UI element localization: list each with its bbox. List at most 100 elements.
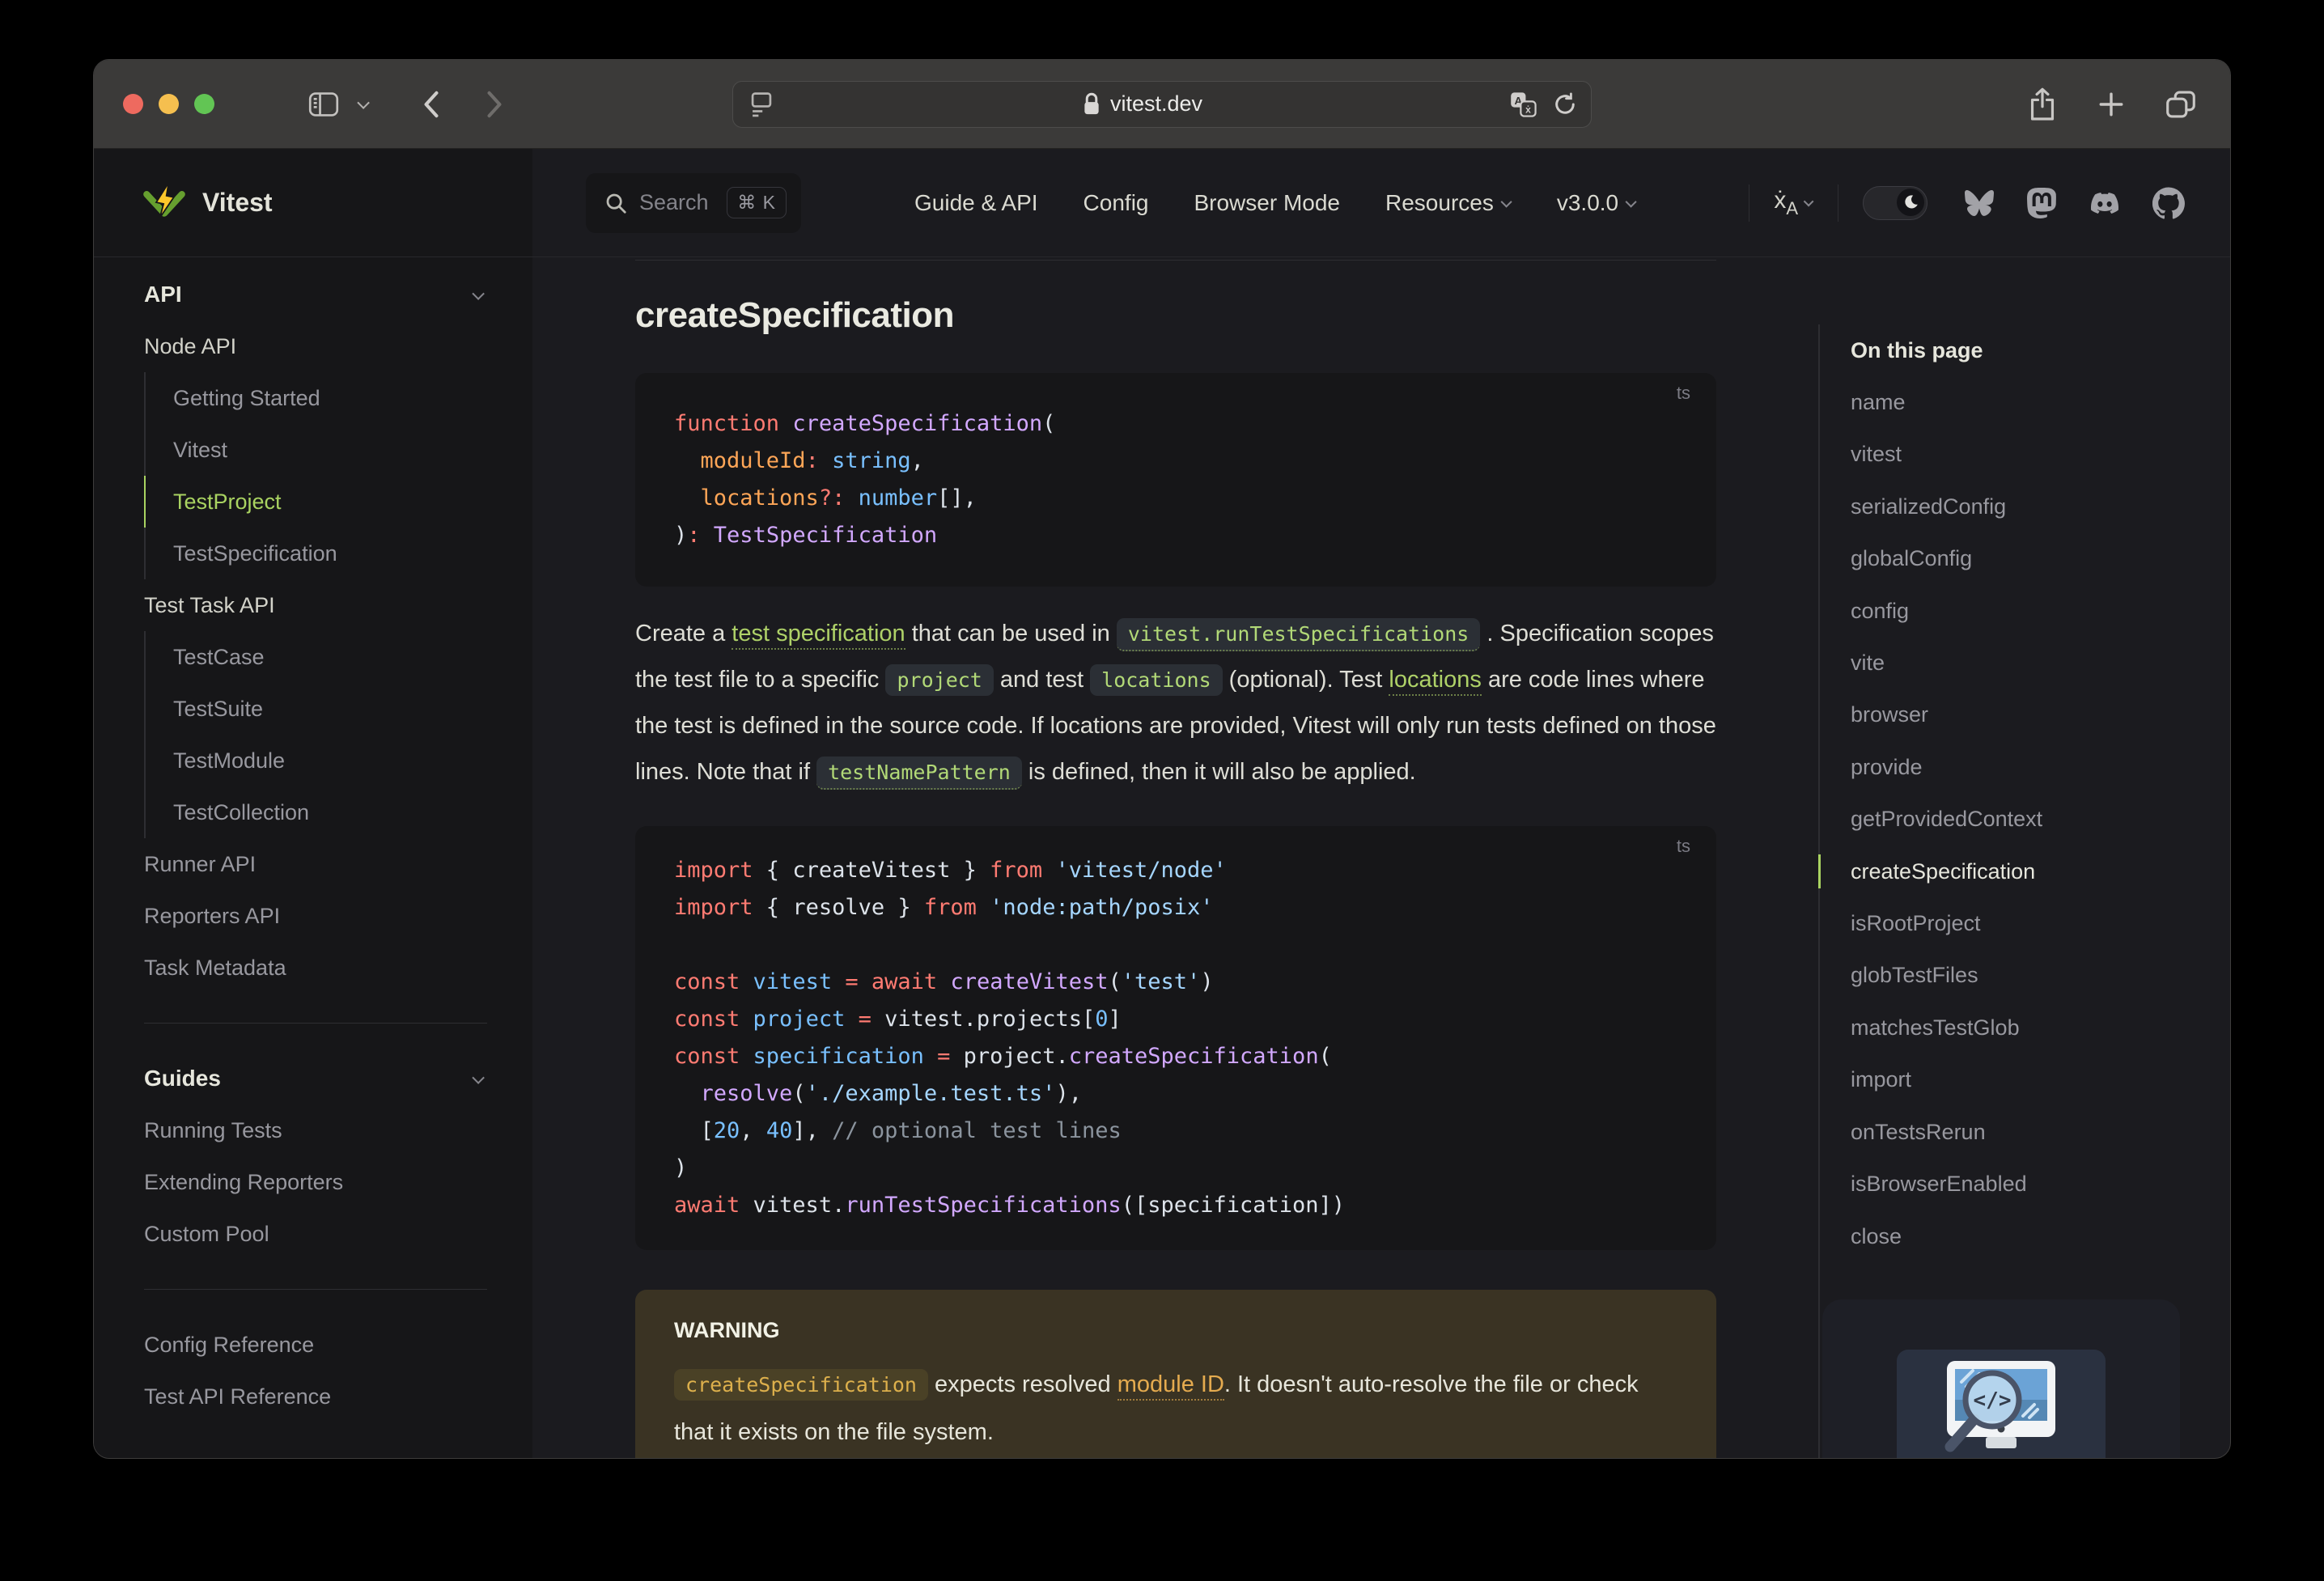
sidebar-item-testproject[interactable]: TestProject — [144, 476, 487, 528]
doc-content: createSpecification ts function createSp… — [532, 257, 1818, 1458]
text: (optional). Test — [1222, 667, 1389, 693]
sidebar-item-testspecification[interactable]: TestSpecification — [144, 528, 487, 579]
sidebar-section-api[interactable]: API — [144, 269, 487, 320]
sidebar: API Node API Getting Started Vitest TestProj… — [94, 257, 532, 1458]
outline-item-browser[interactable]: browser — [1851, 689, 2230, 740]
sidebar-item-testmodule[interactable]: TestModule — [144, 735, 487, 786]
sidebar-item-runner-api[interactable]: Runner API — [144, 838, 487, 890]
site-logo[interactable]: Vitest — [94, 149, 532, 256]
code-line: function createSpecification( — [674, 411, 1056, 436]
outline-item-getprovidedcontext[interactable]: getProvidedContext — [1851, 793, 2230, 845]
chevron-down-icon — [1500, 196, 1512, 208]
sidebar-item-vitest[interactable]: Vitest — [144, 424, 487, 476]
mastodon-icon[interactable] — [2026, 187, 2057, 219]
search-placeholder: Search — [639, 190, 709, 214]
outline-item-vite[interactable]: vite — [1851, 637, 2230, 689]
github-icon[interactable] — [2152, 186, 2185, 219]
code-line: const specification = project.createSpec… — [674, 1044, 1332, 1069]
ad-image: </> — [1897, 1349, 2106, 1458]
language-menu[interactable]: ẋA — [1774, 187, 1814, 219]
new-tab-icon[interactable] — [2097, 91, 2125, 118]
code-block-signature[interactable]: ts function createSpecification( moduleI… — [635, 373, 1716, 587]
sidebar-item-custom-pool[interactable]: Custom Pool — [144, 1208, 487, 1260]
browser-toolbar: vitest.dev A ẋ — [94, 60, 2230, 149]
url-text: vitest.dev — [1109, 91, 1203, 116]
reader-view-icon[interactable] — [748, 91, 775, 118]
warning-title: WARNING — [674, 1318, 780, 1342]
site-title: Vitest — [202, 188, 273, 217]
nav-link-label: v3.0.0 — [1556, 189, 1619, 215]
sidebar-toggle-icon[interactable] — [308, 91, 339, 117]
reload-icon[interactable] — [1552, 91, 1578, 117]
close-window-button[interactable] — [123, 94, 143, 114]
code-lang-label: ts — [1676, 836, 1690, 856]
outline-item-close[interactable]: close — [1851, 1210, 2230, 1262]
sidebar-section-label: Guides — [144, 1066, 221, 1091]
tab-overview-icon[interactable] — [2165, 90, 2196, 119]
outline-item-createspecification[interactable]: createSpecification — [1818, 846, 2230, 897]
nav-link-config[interactable]: Config — [1084, 190, 1149, 216]
outline-item-provide[interactable]: provide — [1851, 741, 2230, 793]
outline-item-globtestfiles[interactable]: globTestFiles — [1851, 949, 2230, 1001]
sidebar-item-node-api[interactable]: Node API — [144, 320, 487, 372]
sidebar-item-running-tests[interactable]: Running Tests — [144, 1104, 487, 1156]
outline-item-name[interactable]: name — [1851, 376, 2230, 428]
address-bar[interactable]: vitest.dev A ẋ — [732, 80, 1592, 128]
nav-link-browser-mode[interactable]: Browser Mode — [1194, 190, 1340, 216]
chevron-down-icon — [1625, 196, 1637, 208]
toolbar-controls — [308, 90, 507, 119]
nav-link-resources[interactable]: Resources — [1385, 190, 1512, 216]
inline-link[interactable]: vitest.runTestSpecifications — [1116, 618, 1481, 651]
outline-item-vitest[interactable]: vitest — [1851, 428, 2230, 480]
sidebar-item-extending-reporters[interactable]: Extending Reporters — [144, 1156, 487, 1208]
zoom-window-button[interactable] — [194, 94, 214, 114]
text: Create a — [635, 621, 732, 646]
inline-link[interactable]: locations — [1389, 667, 1482, 696]
outline-item-serializedconfig[interactable]: serializedConfig — [1851, 481, 2230, 532]
url-display: vitest.dev — [1081, 91, 1202, 117]
navbar-controls: ẋA — [1724, 184, 2185, 222]
inline-link[interactable]: testNamePattern — [816, 757, 1022, 790]
sidebar-item-reporters-api[interactable]: Reporters API — [144, 890, 487, 942]
outline-item-ontestsrerun[interactable]: onTestsRerun — [1851, 1106, 2230, 1158]
sidebar-item-task-metadata[interactable]: Task Metadata — [144, 942, 487, 994]
bluesky-icon[interactable] — [1963, 189, 1995, 218]
outline-item-import[interactable]: import — [1851, 1053, 2230, 1105]
outline-item-config[interactable]: config — [1851, 585, 2230, 637]
sidebar-item-test-task-api[interactable]: Test Task API — [144, 579, 487, 631]
forward-button[interactable] — [482, 90, 507, 119]
discord-icon[interactable] — [2088, 189, 2122, 217]
sidebar-item-config-reference[interactable]: Config Reference — [144, 1319, 487, 1371]
search-button[interactable]: Search ⌘ K — [586, 172, 801, 233]
minimize-window-button[interactable] — [159, 94, 179, 114]
sidebar-item-testsuite[interactable]: TestSuite — [144, 683, 487, 735]
share-icon[interactable] — [2028, 87, 2057, 121]
site-navbar: Vitest Search ⌘ K Guide & API Config Brows… — [94, 149, 2230, 257]
carbon-ad[interactable]: </> — [1822, 1299, 2180, 1458]
code-line: resolve('./example.test.ts'), — [700, 1081, 1082, 1106]
sidebar-item-testcase[interactable]: TestCase — [144, 631, 487, 683]
outline-item-isbrowserenabled[interactable]: isBrowserEnabled — [1851, 1158, 2230, 1210]
navbar-content: Search ⌘ K Guide & API Config Browser Mode… — [532, 149, 2230, 256]
sidebar-menu-chevron-icon[interactable] — [357, 96, 370, 109]
vitest-logo-icon — [143, 181, 185, 218]
inline-link[interactable]: test specification — [732, 621, 905, 650]
code-line: const vitest = await createVitest('test'… — [674, 969, 1214, 994]
sidebar-item-testcollection[interactable]: TestCollection — [144, 786, 487, 838]
outline-item-matchestestglob[interactable]: matchesTestGlob — [1851, 1002, 2230, 1053]
theme-toggle[interactable] — [1863, 185, 1927, 220]
outline-item-globalconfig[interactable]: globalConfig — [1851, 532, 2230, 584]
code-block-example[interactable]: ts import { createVitest } from 'vitest/… — [635, 826, 1716, 1250]
sidebar-item-test-api-reference[interactable]: Test API Reference — [144, 1371, 487, 1422]
sidebar-item-getting-started[interactable]: Getting Started — [144, 372, 487, 424]
inline-link[interactable]: module ID — [1117, 1371, 1224, 1401]
warning-callout: WARNING createSpecification expects reso… — [635, 1290, 1716, 1458]
code-line: import { createVitest } from 'vitest/nod… — [674, 858, 1227, 883]
translate-icon[interactable]: A ẋ — [1508, 91, 1539, 118]
nav-link-guide-api[interactable]: Guide & API — [914, 190, 1038, 216]
sidebar-section-guides[interactable]: Guides — [144, 1053, 487, 1104]
back-button[interactable] — [419, 90, 443, 119]
nav-link-v3-0-0[interactable]: v3.0.0 — [1556, 189, 1637, 216]
outline-item-isrootproject[interactable]: isRootProject — [1851, 897, 2230, 949]
code-signature: function createSpecification( moduleId: … — [635, 405, 1716, 554]
